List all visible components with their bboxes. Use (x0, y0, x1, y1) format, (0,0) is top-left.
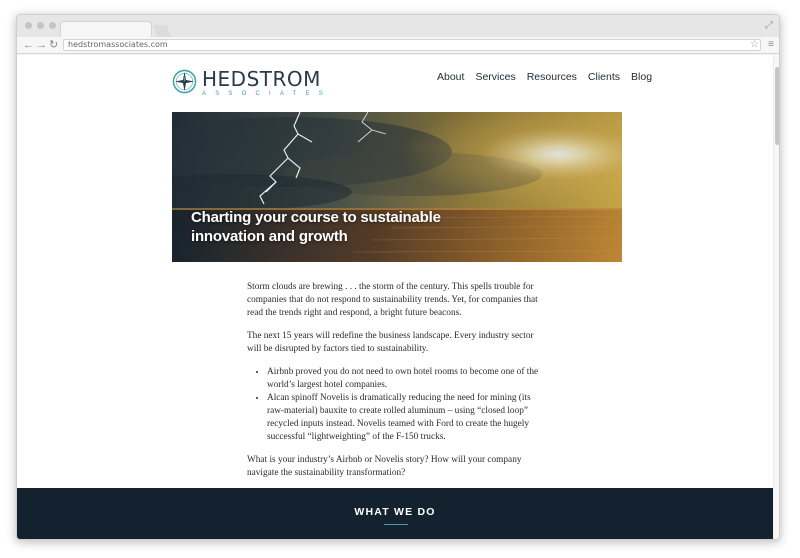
section-divider (384, 524, 408, 525)
hero-banner: Charting your course to sustainable inno… (172, 112, 622, 262)
nav-clients[interactable]: Clients (588, 71, 620, 83)
nav-blog[interactable]: Blog (631, 71, 652, 83)
compass-logo-icon (172, 69, 197, 94)
window-controls (25, 22, 56, 29)
browser-tab[interactable] (60, 21, 152, 37)
reload-icon[interactable]: ↻ (49, 38, 58, 52)
paragraph-3: What is your industry’s Airbnb or Noveli… (247, 455, 522, 478)
paragraph-1: Storm clouds are brewing . . . the storm… (247, 282, 538, 318)
minimize-window-button[interactable] (37, 22, 44, 29)
fullscreen-icon[interactable]: ⤢ (765, 20, 773, 31)
article-body: Storm clouds are brewing . . . the storm… (247, 281, 545, 490)
browser-toolbar: ← → ↻ hedstromassociates.com ☆ ≡ (17, 37, 779, 54)
hero-title-line2: innovation and growth (191, 228, 348, 245)
address-bar[interactable]: hedstromassociates.com (63, 39, 761, 51)
scrollbar[interactable] (773, 55, 779, 539)
list-item: Airbnb proved you do not need to own hot… (267, 366, 545, 392)
bookmark-star-icon[interactable]: ☆ (750, 38, 759, 52)
hero-title: Charting your course to sustainable inno… (191, 208, 471, 246)
back-icon[interactable]: ← (23, 38, 34, 52)
paragraph-2: The next 15 years will redefine the busi… (247, 331, 534, 354)
scrollbar-thumb[interactable] (775, 67, 779, 145)
logo-name: HEDSTROM (202, 67, 321, 91)
site-logo[interactable]: HEDSTROM ASSOCIATES (172, 69, 332, 97)
new-tab-button[interactable] (152, 25, 172, 37)
main-nav: About Services Resources Clients Blog (437, 71, 663, 83)
title-bar: ⤢ (17, 15, 779, 37)
forward-icon[interactable]: → (36, 38, 47, 52)
what-we-do-section: WHAT WE DO (17, 488, 773, 539)
maximize-window-button[interactable] (49, 22, 56, 29)
nav-about[interactable]: About (437, 71, 464, 83)
menu-icon[interactable]: ≡ (768, 38, 774, 52)
list-item: Alcan spinoff Novelis is dramatically re… (267, 392, 545, 444)
nav-resources[interactable]: Resources (527, 71, 577, 83)
section-title: WHAT WE DO (354, 506, 436, 518)
hero-title-line1: Charting your course to sustainable (191, 209, 441, 226)
browser-window: ⤢ ← → ↻ hedstromassociates.com ☆ ≡ HEDST… (16, 14, 780, 540)
nav-services[interactable]: Services (475, 71, 515, 83)
logo-subtitle: ASSOCIATES (202, 91, 332, 97)
close-window-button[interactable] (25, 22, 32, 29)
bullet-list: Airbnb proved you do not need to own hot… (267, 366, 545, 444)
page-viewport: HEDSTROM ASSOCIATES About Services Resou… (17, 55, 779, 539)
